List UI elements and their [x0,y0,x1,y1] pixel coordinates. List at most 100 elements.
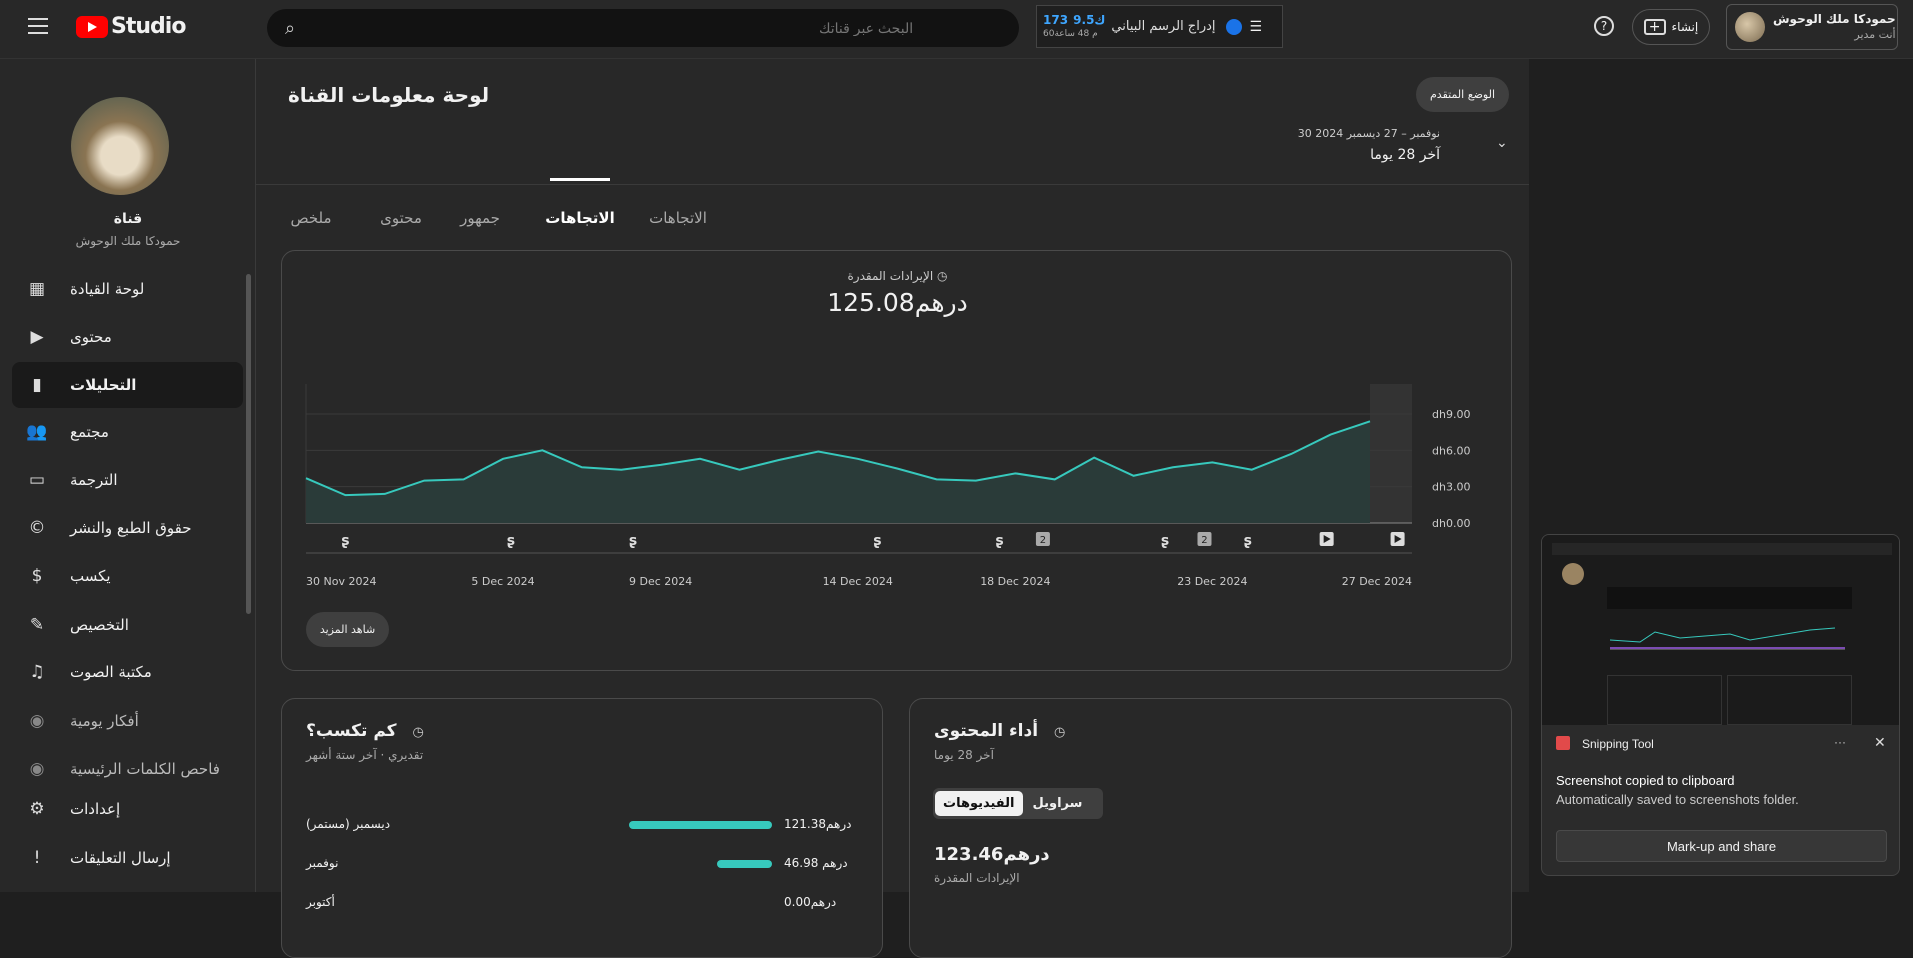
sidebar-item-feedback[interactable]: ! إرسال التعليقات [12,835,243,881]
markup-and-share-button[interactable]: Mark-up and share [1556,830,1887,862]
content-type-toggle: الفيديوهات سراويل [933,788,1103,819]
info-clock-icon: ◷ [1054,725,1065,740]
account-name: حمودكا ملك الوحوش [1773,11,1896,27]
sidebar-item-dashboard[interactable]: ▦لوحة القيادة [12,266,243,312]
widget-title: إدراج الرسم البياني [1111,19,1215,34]
earnings-subtitle: تقديري · آخر ستة أشهر [306,748,423,762]
sidebar-item-content[interactable]: ▶محتوى [12,314,243,360]
page-title: لوحة معلومات القناة [288,83,489,107]
tab-1[interactable]: محتوى [380,209,422,227]
subtitles-icon: ▭ [26,470,48,490]
account-switcher[interactable]: حمودكا ملك الوحوش أنت مدير [1726,4,1898,50]
sidebar-item-label: فاحص الكلمات الرئيسية [70,760,220,778]
analytics-icon: ▮ [26,375,48,395]
earnings-value: 121.38درهم [784,817,851,831]
y-tick-label: dh6.00 [1432,444,1470,457]
sidebar-item-daily-ideas[interactable]: ◉أفكار يومية [12,698,243,744]
dollar-icon: $ [26,566,48,586]
more-options-icon[interactable]: ··· [1834,735,1846,749]
y-tick-label: dh0.00 [1432,517,1470,530]
tab-4[interactable]: الاتجاهات [649,209,707,227]
sidebar-item-community[interactable]: 👥 مجتمع [12,409,243,455]
sidebar-item-customization[interactable]: ✎التخصيص [12,602,243,648]
active-tab-underline [550,178,610,181]
sidebar: قناة حمودكا ملك الوحوش ▦لوحة القيادة▶محت… [0,59,256,892]
create-label: إنشاء [1672,20,1699,34]
performance-subtitle: آخر 28 يوما [934,748,994,762]
x-tick-label: 18 Dec 2024 [980,575,1050,588]
x-tick-label: 30 Nov 2024 [306,575,376,588]
copyright-icon: © [26,518,48,538]
sidebar-item-copyright[interactable]: ©حقوق الطبع والنشر [12,505,243,551]
tab-0[interactable]: ملخص [290,209,331,227]
keyword-checker-icon: ◉ [26,759,48,779]
content-performance-card: أداء المحتوى ◷ آخر 28 يوما الفيديوهات سر… [909,698,1512,958]
sidebar-item-label: مكتبة الصوت [70,663,152,681]
community-icon: 👥 [26,422,48,442]
feedback-icon: ! [26,848,48,868]
future-shade [1370,384,1412,523]
create-button[interactable]: + إنشاء [1632,9,1710,45]
sidebar-item-audio-library[interactable]: ♫ مكتبة الصوت [12,649,243,695]
search-bar[interactable]: ⌕ [267,9,1019,47]
main-content: لوحة معلومات القناة الوضع المتقدم 30 نوف… [256,59,1529,892]
sidebar-scrollbar[interactable] [246,274,251,614]
shorts-marker-icon: ʂ [1161,533,1169,549]
toggle-videos[interactable]: الفيديوهات [935,791,1023,816]
revenue-chart-card: الإيرادات المقدرة ◷ 125.08درهم dh0.00dh3… [281,250,1512,671]
hamburger-menu-icon[interactable] [28,18,48,34]
earnings-bar [717,860,772,868]
performance-value: 123.46درهم [934,844,1050,865]
screenshot-thumbnail[interactable] [1542,535,1900,725]
sidebar-item-subtitles[interactable]: ▭الترجمة [12,457,243,503]
sidebar-item-label: لوحة القيادة [70,280,144,298]
content-icon: ▶ [26,327,48,347]
sidebar-item-label: أفكار يومية [70,712,139,730]
close-icon[interactable]: ✕ [1874,734,1886,751]
earnings-card: كم تكسب؟ ◷ تقديري · آخر ستة أشهر ديسمبر … [281,698,883,958]
date-range-picker[interactable]: 30 نوفمبر – 27 ديسمبر 2024 آخر 28 يوما ⌄ [1266,127,1516,172]
upload-count-label: 2 [1040,535,1046,546]
top-header: Studio ⌕ 173 ك9.5 60م 48 ساعة إدراج الرس… [0,0,1913,59]
earnings-month-label: ديسمبر (مستمر) [306,817,390,831]
see-more-button[interactable]: شاهد المزيد [306,612,389,647]
shorts-marker-icon: ʂ [995,533,1003,549]
shorts-marker-icon: ʂ [507,533,515,549]
channel-label: قناة [0,211,256,227]
sidebar-item-dollar[interactable]: $يكسب [12,553,243,599]
sidebar-item-settings[interactable]: ⚙إعدادات [12,786,243,832]
widget-menu-icon[interactable]: ☰ [1250,19,1263,35]
see-more-label: شاهد المزيد [320,623,375,636]
sidebar-item-label: مجتمع [70,423,109,441]
widget-stat-1: 173 [1043,13,1068,27]
toggle-videos-label: الفيديوهات [943,796,1015,811]
shorts-marker-icon: ʂ [1244,533,1252,549]
search-icon: ⌕ [285,18,295,39]
help-icon[interactable]: ? [1594,16,1614,36]
advanced-mode-label: الوضع المتقدم [1430,88,1495,101]
audio-library-icon: ♫ [26,662,48,682]
sidebar-item-label: إرسال التعليقات [70,849,171,867]
channel-avatar[interactable] [71,97,169,195]
tab-2[interactable]: جمهور [460,209,500,227]
widget-logo-icon [1226,19,1242,35]
toggle-shorts[interactable]: سراويل [1033,796,1083,811]
account-role: أنت مدير [1773,27,1896,43]
chart-widget[interactable]: 173 ك9.5 60م 48 ساعة إدراج الرسم البياني… [1036,5,1283,48]
earnings-title: كم تكسب؟ [306,721,397,741]
performance-title: أداء المحتوى [934,721,1038,741]
shorts-marker-icon: ʂ [341,533,349,549]
earnings-title-row: كم تكسب؟ ◷ [306,721,424,741]
advanced-mode-button[interactable]: الوضع المتقدم [1416,77,1509,112]
earnings-month-label: نوفمبر [306,856,338,870]
studio-logo[interactable]: Studio [76,14,185,39]
toast-body: Automatically saved to screenshots folde… [1556,792,1799,807]
tab-3[interactable]: الاتجاهات [545,209,615,227]
earnings-month-label: أكتوبر [306,895,335,909]
sidebar-item-label: إعدادات [70,800,120,818]
chart-title-row: الإيرادات المقدرة ◷ [282,269,1513,283]
sidebar-item-analytics[interactable]: ▮التحليلات [12,362,243,408]
search-input[interactable] [313,20,913,36]
performance-title-row: أداء المحتوى ◷ [934,721,1065,741]
x-tick-label: 14 Dec 2024 [823,575,893,588]
